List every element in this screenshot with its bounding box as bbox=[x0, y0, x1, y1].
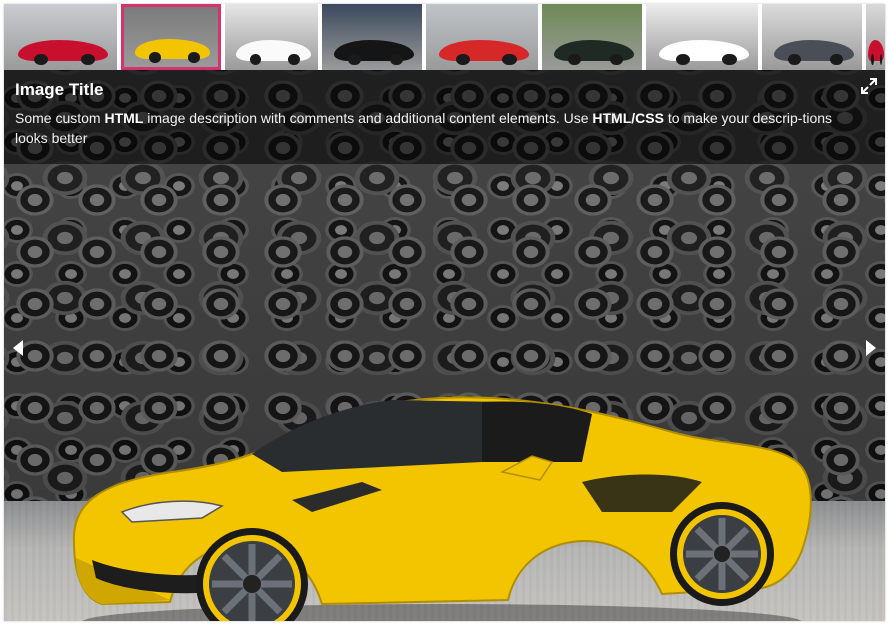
yellow-car-thumbnail[interactable] bbox=[121, 4, 221, 70]
grey-car-thumbnail[interactable] bbox=[762, 4, 862, 70]
main-image[interactable]: Image Title Some custom HTML image descr… bbox=[4, 70, 885, 621]
car-lineup-thumbnail[interactable] bbox=[426, 4, 538, 70]
red-car-partial-thumbnail[interactable] bbox=[866, 4, 885, 70]
fullscreen-icon[interactable] bbox=[861, 78, 877, 94]
yellow-sports-car bbox=[72, 396, 812, 621]
caption-description: Some custom HTML image description with … bbox=[15, 110, 833, 146]
black-car-sunset-thumbnail[interactable] bbox=[322, 4, 422, 70]
white-car-studio-thumbnail[interactable] bbox=[646, 4, 758, 70]
arrow-left-icon[interactable] bbox=[8, 335, 28, 361]
image-caption: Image Title Some custom HTML image descr… bbox=[4, 70, 885, 164]
dark-car-road-thumbnail[interactable] bbox=[542, 4, 642, 70]
thumbnail-strip bbox=[4, 4, 885, 70]
arrow-right-icon[interactable] bbox=[861, 335, 881, 361]
gallery: Image Title Some custom HTML image descr… bbox=[4, 4, 885, 621]
caption-title: Image Title bbox=[15, 80, 104, 99]
white-car-thumbnail[interactable] bbox=[225, 4, 318, 70]
red-car-thumbnail[interactable] bbox=[4, 4, 117, 70]
